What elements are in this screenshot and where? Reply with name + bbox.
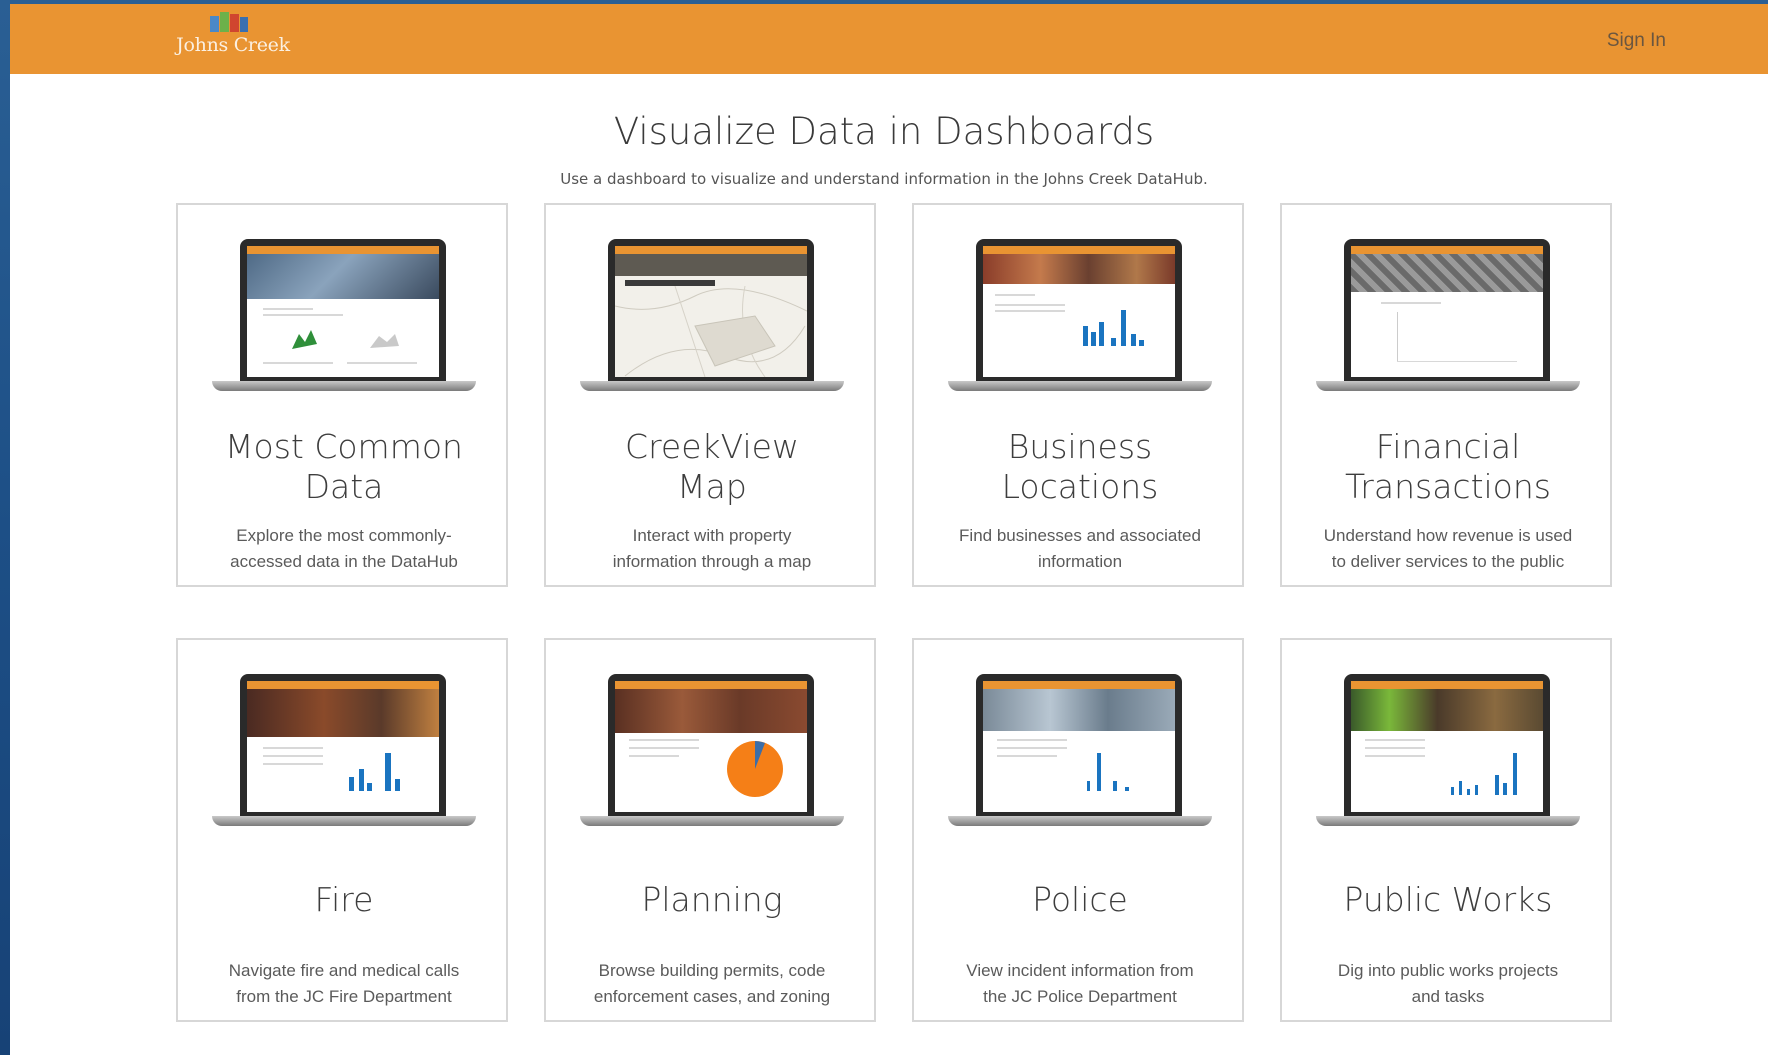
card-creekview-map[interactable]: CreekView Map Interact with property infor… [544,203,876,587]
browser-window: Johns Creek Sign In Visualize Data in Da… [10,4,1768,1055]
dashboard-preview-laptop [1316,239,1580,399]
card-description: View incident information from the JC Pol… [966,961,1194,1006]
card-description: Find businesses and associated informatio… [959,526,1201,571]
card-title: Financial Transactions [1345,427,1551,506]
page-subtitle: Use a dashboard to visualize and underst… [560,170,1208,188]
card-title: Planning [641,880,783,919]
card-title: Business Locations [1001,427,1159,506]
card-description: Explore the most commonly-accessed data … [230,526,458,571]
card-description: Browse building permits, code enforcement… [593,961,831,1006]
dashboard-preview-laptop [212,239,476,399]
johns-creek-logo[interactable]: Johns Creek [168,8,298,66]
card-title: Most Common Data [225,427,463,506]
card-business-locations[interactable]: Business Locations Find businesses and as… [912,203,1244,587]
card-financial-transactions[interactable]: Financial Transactions Understand how rev… [1280,203,1612,587]
dashboard-preview-laptop [1316,674,1580,834]
card-fire[interactable]: Fire Navigate fire and medical calls from… [176,638,508,1022]
dashboard-preview-laptop [212,674,476,834]
card-planning[interactable]: Planning Browse building permits, code en… [544,638,876,1022]
card-title: CreekView Map [625,427,799,506]
top-nav-bar: Johns Creek Sign In [10,4,1768,74]
card-description: Dig into public works projects and tasks [1337,961,1559,1006]
sign-in-link[interactable]: Sign In [1607,30,1666,52]
dashboard-preview-laptop [580,239,844,399]
card-description: Navigate fire and medical calls from the … [228,961,460,1006]
card-public-works[interactable]: Public Works Dig into public works proje… [1280,638,1612,1022]
card-title: Police [1032,880,1128,919]
card-description: Understand how revenue is used to deliver… [1323,526,1573,571]
logo-text: Johns Creek [176,34,290,56]
dashboard-preview-laptop [580,674,844,834]
card-most-common-data[interactable]: Most Common Data Explore the most commonl… [176,203,508,587]
dashboard-preview-laptop [948,239,1212,399]
card-title: Fire [314,880,374,919]
card-police[interactable]: Police View incident information from the… [912,638,1244,1022]
card-description: Interact with property information throug… [612,526,812,571]
card-title: Public Works [1343,880,1553,919]
dashboard-preview-laptop [948,674,1212,834]
logo-mark-icon [210,12,248,32]
page-title: Visualize Data in Dashboards [613,110,1155,153]
